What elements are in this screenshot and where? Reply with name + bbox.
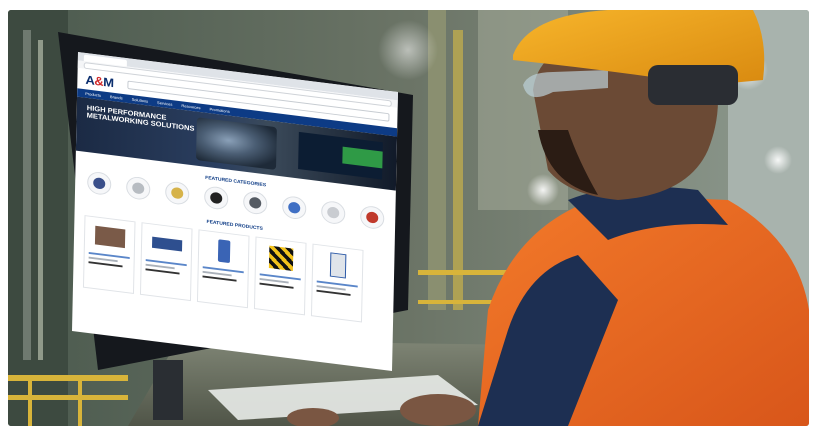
photo-scene: A&M Products Brands Solutions Services R… [0, 0, 817, 430]
logo-letter-a: A [85, 72, 95, 88]
category-item[interactable] [124, 175, 152, 203]
product-image [317, 249, 359, 282]
product-image [203, 235, 245, 268]
logo-letter-m: M [103, 74, 114, 90]
nav-item-brands[interactable]: Brands [110, 94, 123, 100]
category-item[interactable] [163, 180, 191, 208]
category-label [163, 204, 190, 207]
category-image [164, 180, 189, 206]
category-item[interactable] [280, 194, 308, 223]
category-image [320, 199, 345, 226]
category-label [124, 199, 151, 202]
website-page: A&M Products Brands Solutions Services R… [72, 52, 398, 371]
category-label [358, 229, 385, 232]
hero-promo-panel[interactable] [298, 131, 383, 180]
product-image [146, 227, 188, 260]
nav-item-services[interactable]: Services [157, 100, 172, 107]
nav-item-products[interactable]: Products [85, 91, 101, 98]
category-image [125, 175, 150, 201]
category-image [281, 194, 306, 221]
nav-item-solutions[interactable]: Solutions [132, 97, 149, 104]
product-image [260, 242, 302, 275]
category-image [203, 185, 228, 211]
category-item[interactable] [358, 204, 386, 233]
category-label [85, 195, 112, 198]
category-label [202, 209, 229, 212]
hero-promo-image [342, 146, 383, 169]
site-logo[interactable]: A&M [85, 72, 113, 89]
product-card[interactable] [196, 229, 250, 309]
hero-machine-image [196, 117, 277, 170]
category-item[interactable] [241, 190, 269, 218]
product-card[interactable] [82, 215, 136, 294]
category-item[interactable] [202, 185, 230, 213]
category-item[interactable] [319, 199, 347, 228]
factory-background: A&M Products Brands Solutions Services R… [8, 10, 809, 426]
product-card[interactable] [310, 243, 364, 323]
logo-ampersand: & [94, 73, 104, 89]
category-label [280, 219, 307, 222]
product-image [89, 220, 131, 253]
hero-title: HIGH PERFORMANCE METALWORKING SOLUTIONS [86, 103, 195, 133]
category-label [241, 214, 268, 217]
category-image [86, 170, 111, 196]
product-card[interactable] [139, 222, 193, 302]
category-item[interactable] [85, 170, 113, 198]
category-label [319, 224, 346, 227]
monitor-screen: A&M Products Brands Solutions Services R… [72, 52, 398, 371]
category-image [359, 204, 384, 231]
product-card[interactable] [253, 236, 307, 316]
category-image [242, 190, 267, 216]
